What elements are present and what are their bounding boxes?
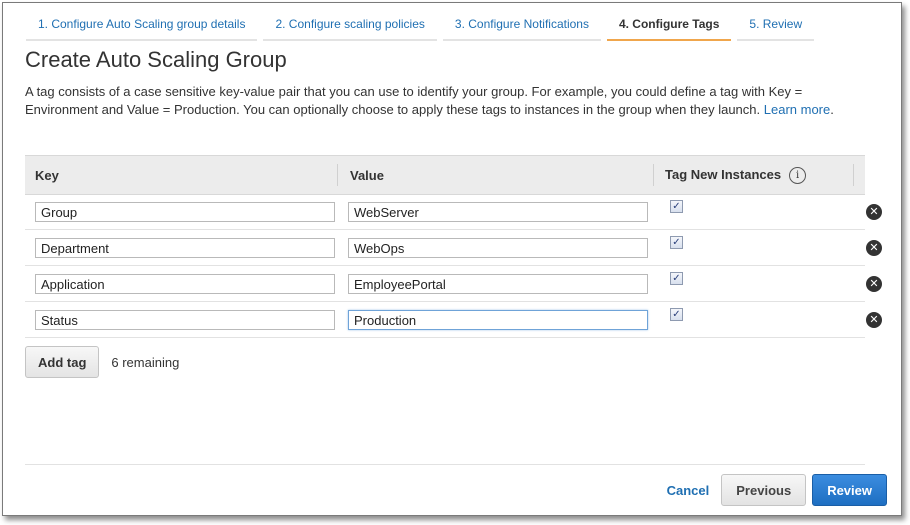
- page-description: A tag consists of a case sensitive key-v…: [25, 83, 875, 119]
- step-scaling-policies[interactable]: 2. Configure scaling policies: [263, 3, 437, 41]
- wizard-steps: 1. Configure Auto Scaling group details …: [26, 3, 815, 41]
- table-row: ✓ ✕: [25, 194, 882, 230]
- wizard-footer: Cancel Previous Review: [667, 474, 887, 506]
- remove-circle-icon[interactable]: ✕: [866, 312, 882, 328]
- wizard-window: 1. Configure Auto Scaling group details …: [2, 2, 902, 516]
- table-row: ✓ ✕: [25, 230, 882, 266]
- tag-new-instances-checkbox[interactable]: ✓: [670, 308, 683, 321]
- header-tag-new-label: Tag New Instances: [665, 167, 782, 182]
- tag-key-input[interactable]: [35, 202, 335, 222]
- tags-table-body: ✓ ✕ ✓ ✕ ✓ ✕ ✓ ✕: [25, 194, 882, 338]
- table-row: ✓ ✕: [25, 266, 882, 302]
- tags-remaining-count: 6 remaining: [111, 354, 180, 370]
- tag-new-instances-checkbox[interactable]: ✓: [670, 236, 683, 249]
- tag-key-input[interactable]: [35, 238, 335, 258]
- page-title: Create Auto Scaling Group: [25, 47, 287, 72]
- tag-value-input[interactable]: [348, 202, 648, 222]
- header-divider: [853, 164, 854, 186]
- remove-circle-icon[interactable]: ✕: [866, 276, 882, 292]
- cancel-button[interactable]: Cancel: [667, 483, 710, 498]
- description-period: .: [830, 102, 834, 117]
- remove-circle-icon[interactable]: ✕: [866, 204, 882, 220]
- tag-key-input[interactable]: [35, 310, 335, 330]
- tag-key-input[interactable]: [35, 274, 335, 294]
- description-text: A tag consists of a case sensitive key-v…: [25, 84, 803, 117]
- tag-value-input[interactable]: [348, 310, 648, 330]
- step-configure-details[interactable]: 1. Configure Auto Scaling group details: [26, 3, 258, 41]
- table-row: ✓ ✕: [25, 302, 882, 338]
- header-key: Key: [35, 168, 59, 183]
- step-configure-tags[interactable]: 4. Configure Tags: [606, 3, 732, 41]
- header-divider: [653, 164, 654, 186]
- header-tag-new-instances: Tag New Instances i: [665, 156, 807, 194]
- previous-button[interactable]: Previous: [721, 474, 807, 506]
- info-icon[interactable]: i: [789, 166, 807, 184]
- add-tag-area: Add tag 6 remaining: [25, 346, 179, 378]
- add-tag-button[interactable]: Add tag: [25, 346, 100, 378]
- tag-new-instances-checkbox[interactable]: ✓: [670, 200, 683, 213]
- review-button[interactable]: Review: [812, 474, 887, 506]
- header-divider: [337, 164, 338, 186]
- step-review[interactable]: 5. Review: [737, 3, 815, 41]
- tag-new-instances-checkbox[interactable]: ✓: [670, 272, 683, 285]
- tag-value-input[interactable]: [348, 238, 648, 258]
- tags-table-header: Key Value Tag New Instances i: [25, 155, 865, 195]
- header-value: Value: [350, 168, 384, 183]
- learn-more-link[interactable]: Learn more: [764, 102, 830, 117]
- step-notifications[interactable]: 3. Configure Notifications: [442, 3, 601, 41]
- tag-value-input[interactable]: [348, 274, 648, 294]
- remove-circle-icon[interactable]: ✕: [866, 240, 882, 256]
- footer-divider: [25, 464, 865, 465]
